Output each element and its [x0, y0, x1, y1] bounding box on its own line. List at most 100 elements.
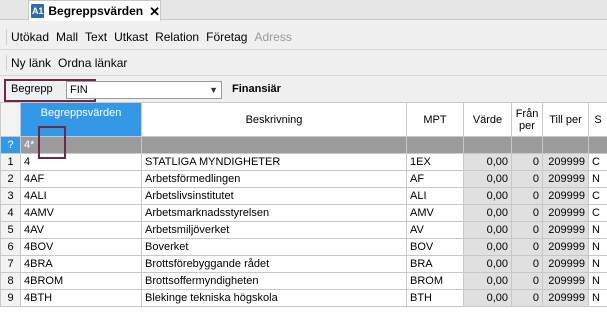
cell-mpt[interactable]: AV — [406, 221, 464, 239]
new-row-key-input[interactable]: 4* — [20, 136, 142, 154]
cell-mpt[interactable]: 1EX — [406, 153, 464, 171]
cell-s[interactable]: N — [588, 255, 607, 273]
new-row[interactable]: ? 4* — [0, 136, 607, 154]
cell-till-per[interactable]: 209999 — [542, 255, 589, 273]
cell-till-per[interactable]: 209999 — [542, 238, 589, 256]
toolbar-mall-button[interactable]: Mall — [56, 30, 78, 44]
cell-s[interactable]: N — [588, 170, 607, 188]
table-row[interactable]: 4 4AMV Arbetsmarknadsstyrelsen AMV 0,00 0 2099… — [0, 204, 607, 222]
cell-beskrivning[interactable]: Arbetslivsinstitutet — [141, 187, 407, 205]
header-s[interactable]: S — [588, 102, 607, 137]
cell-till-per[interactable]: 209999 — [542, 187, 589, 205]
cell-s[interactable]: N — [588, 221, 607, 239]
cell-beskrivning[interactable]: STATLIGA MYNDIGHETER — [141, 153, 407, 171]
cell-till-per[interactable]: 209999 — [542, 272, 589, 290]
toolbar-text-button[interactable]: Text — [85, 30, 107, 44]
table-row[interactable]: 9 4BTH Blekinge tekniska högskola BTH 0,00 0 2… — [0, 289, 607, 307]
cell-fran-per[interactable]: 0 — [511, 204, 543, 222]
header-beskrivning[interactable]: Beskrivning — [141, 102, 407, 137]
chevron-down-icon[interactable]: ▼ — [209, 82, 218, 98]
header-begreppsvarden[interactable]: Begreppsvärden — [20, 102, 142, 137]
toolbar-utokad-button[interactable]: Utökad — [11, 30, 49, 44]
new-row-cell[interactable] — [141, 136, 407, 154]
toolbar-adress-button[interactable]: Adress — [254, 30, 291, 44]
cell-begreppsvarden[interactable]: 4 — [20, 153, 142, 171]
cell-till-per[interactable]: 209999 — [542, 153, 589, 171]
cell-varde[interactable]: 0,00 — [463, 289, 512, 307]
header-till-per[interactable]: Till per — [542, 102, 589, 137]
cell-begreppsvarden[interactable]: 4AF — [20, 170, 142, 188]
cell-mpt[interactable]: BROM — [406, 272, 464, 290]
cell-varde[interactable]: 0,00 — [463, 187, 512, 205]
cell-fran-per[interactable]: 0 — [511, 238, 543, 256]
new-row-cell[interactable] — [463, 136, 512, 154]
cell-begreppsvarden[interactable]: 4ALI — [20, 187, 142, 205]
cell-fran-per[interactable]: 0 — [511, 221, 543, 239]
cell-mpt[interactable]: BOV — [406, 238, 464, 256]
cell-varde[interactable]: 0,00 — [463, 255, 512, 273]
toolbar-utkast-button[interactable]: Utkast — [114, 30, 148, 44]
cell-till-per[interactable]: 209999 — [542, 170, 589, 188]
cell-varde[interactable]: 0,00 — [463, 272, 512, 290]
cell-begreppsvarden[interactable]: 4BRA — [20, 255, 142, 273]
cell-s[interactable]: C — [588, 187, 607, 205]
table-row[interactable]: 3 4ALI Arbetslivsinstitutet ALI 0,00 0 209999 C — [0, 187, 607, 205]
header-mpt[interactable]: MPT — [406, 102, 464, 137]
cell-begreppsvarden[interactable]: 4BROM — [20, 272, 142, 290]
close-icon[interactable]: ✕ — [149, 5, 160, 18]
cell-mpt[interactable]: BTH — [406, 289, 464, 307]
table-row[interactable]: 6 4BOV Boverket BOV 0,00 0 209999 N — [0, 238, 607, 256]
table-row[interactable]: 5 4AV Arbetsmiljöverket AV 0,00 0 209999 N — [0, 221, 607, 239]
cell-s[interactable]: C — [588, 204, 607, 222]
tab-begreppsvarden[interactable]: A1 Begreppsvärden ✕ — [28, 0, 161, 21]
new-row-cell[interactable] — [588, 136, 607, 154]
cell-mpt[interactable]: AMV — [406, 204, 464, 222]
cell-mpt[interactable]: AF — [406, 170, 464, 188]
toolbar-relation-button[interactable]: Relation — [155, 30, 199, 44]
cell-varde[interactable]: 0,00 — [463, 170, 512, 188]
cell-mpt[interactable]: ALI — [406, 187, 464, 205]
table-row[interactable]: 8 4BROM Brottsoffermyndigheten BROM 0,00 0 209… — [0, 272, 607, 290]
cell-fran-per[interactable]: 0 — [511, 255, 543, 273]
cell-till-per[interactable]: 209999 — [542, 221, 589, 239]
header-fran-per[interactable]: Från per — [511, 102, 543, 137]
table-row[interactable]: 7 4BRA Brottsförebyggande rådet BRA 0,00 0 209… — [0, 255, 607, 273]
cell-till-per[interactable]: 209999 — [542, 204, 589, 222]
cell-begreppsvarden[interactable]: 4AV — [20, 221, 142, 239]
cell-beskrivning[interactable]: Boverket — [141, 238, 407, 256]
cell-varde[interactable]: 0,00 — [463, 221, 512, 239]
table-row[interactable]: 2 4AF Arbetsförmedlingen AF 0,00 0 209999 N — [0, 170, 607, 188]
cell-begreppsvarden[interactable]: 4BOV — [20, 238, 142, 256]
begrepp-select[interactable]: FIN ▼ — [66, 81, 222, 99]
cell-begreppsvarden[interactable]: 4BTH — [20, 289, 142, 307]
toolbar-ny-lank-button[interactable]: Ny länk — [11, 56, 51, 70]
cell-till-per[interactable]: 209999 — [542, 289, 589, 307]
table-row[interactable]: 1 4 STATLIGA MYNDIGHETER 1EX 0,00 0 209999 C — [0, 153, 607, 171]
cell-fran-per[interactable]: 0 — [511, 187, 543, 205]
cell-s[interactable]: C — [588, 153, 607, 171]
cell-varde[interactable]: 0,00 — [463, 238, 512, 256]
cell-beskrivning[interactable]: Blekinge tekniska högskola — [141, 289, 407, 307]
cell-beskrivning[interactable]: Brottsoffermyndigheten — [141, 272, 407, 290]
cell-fran-per[interactable]: 0 — [511, 272, 543, 290]
toolbar-ordna-lankar-button[interactable]: Ordna länkar — [58, 56, 127, 70]
cell-beskrivning[interactable]: Brottsförebyggande rådet — [141, 255, 407, 273]
cell-fran-per[interactable]: 0 — [511, 170, 543, 188]
cell-s[interactable]: N — [588, 272, 607, 290]
new-row-cell[interactable] — [542, 136, 589, 154]
cell-beskrivning[interactable]: Arbetsmarknadsstyrelsen — [141, 204, 407, 222]
cell-fran-per[interactable]: 0 — [511, 153, 543, 171]
cell-s[interactable]: N — [588, 289, 607, 307]
cell-varde[interactable]: 0,00 — [463, 153, 512, 171]
cell-begreppsvarden[interactable]: 4AMV — [20, 204, 142, 222]
cell-mpt[interactable]: BRA — [406, 255, 464, 273]
cell-varde[interactable]: 0,00 — [463, 204, 512, 222]
header-varde[interactable]: Värde — [463, 102, 512, 137]
cell-s[interactable]: N — [588, 238, 607, 256]
cell-beskrivning[interactable]: Arbetsmiljöverket — [141, 221, 407, 239]
new-row-cell[interactable] — [406, 136, 464, 154]
toolbar-foretag-button[interactable]: Företag — [206, 30, 247, 44]
cell-fran-per[interactable]: 0 — [511, 289, 543, 307]
cell-beskrivning[interactable]: Arbetsförmedlingen — [141, 170, 407, 188]
new-row-cell[interactable] — [511, 136, 543, 154]
